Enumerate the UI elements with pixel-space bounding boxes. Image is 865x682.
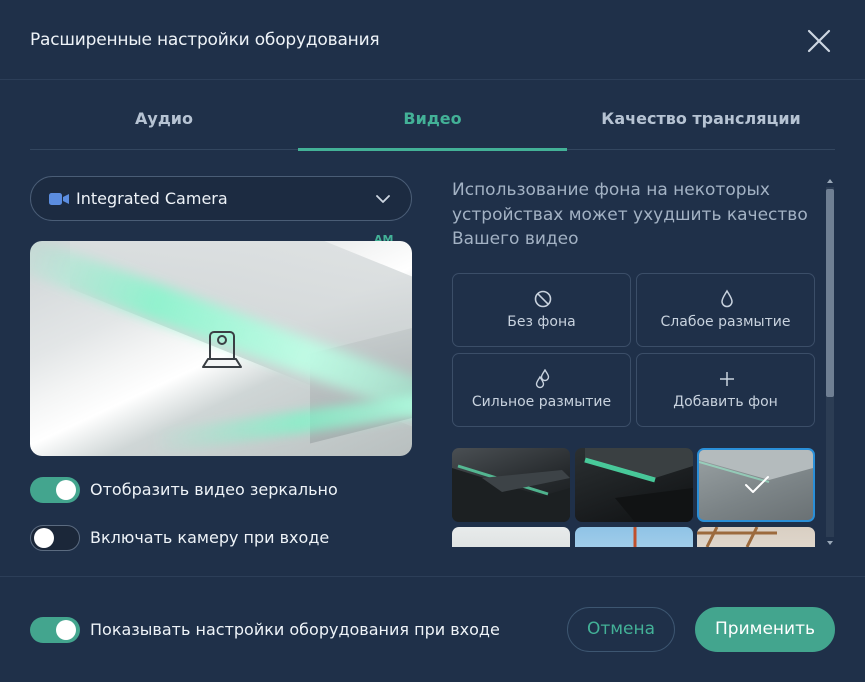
background-option-none[interactable]: Без фона	[452, 273, 631, 347]
mirror-video-label: Отобразить видео зеркально	[90, 480, 338, 499]
camera-on-join-label: Включать камеру при входе	[90, 528, 330, 547]
toggle-knob	[34, 528, 54, 548]
no-background-icon	[534, 290, 552, 308]
apply-button[interactable]: Применить	[695, 607, 835, 652]
background-thumbnail[interactable]	[697, 527, 815, 547]
background-option-label: Сильное размытие	[471, 394, 612, 410]
footer-divider	[0, 576, 865, 577]
dialog-title: Расширенные настройки оборудования	[30, 30, 380, 50]
mirror-video-toggle[interactable]	[30, 477, 80, 503]
background-thumbnail[interactable]	[575, 527, 693, 547]
background-option-label: Без фона	[507, 314, 576, 330]
plus-icon	[720, 372, 734, 386]
close-icon	[807, 29, 831, 53]
thumbnail-image	[452, 464, 570, 522]
camera-preview	[30, 241, 412, 456]
tab-stream-quality[interactable]: Качество трансляции	[567, 90, 835, 150]
background-thumbnail[interactable]	[452, 527, 570, 547]
background-panel-scrollbar[interactable]	[824, 176, 836, 548]
toggle-knob	[56, 620, 76, 640]
video-camera-icon	[49, 193, 69, 205]
background-thumbnail[interactable]	[575, 448, 693, 522]
dialog-header: Расширенные настройки оборудования	[0, 0, 865, 80]
background-thumbnails	[452, 448, 817, 547]
scroll-down-arrow-icon[interactable]	[824, 538, 836, 548]
camera-select-value: Integrated Camera	[76, 189, 228, 208]
tab-video[interactable]: Видео	[298, 90, 567, 151]
thumbnail-image	[633, 527, 637, 547]
background-thumbnail-selected[interactable]	[697, 448, 815, 522]
background-hint: Использование фона на некоторых устройст…	[452, 180, 808, 249]
background-option-light-blur[interactable]: Слабое размытие	[636, 273, 815, 347]
scroll-thumb[interactable]	[826, 189, 834, 397]
background-option-add[interactable]: Добавить фон	[636, 353, 815, 427]
tab-audio[interactable]: Аудио	[30, 90, 298, 150]
background-option-label: Добавить фон	[673, 394, 778, 410]
show-settings-on-join-toggle[interactable]	[30, 617, 80, 643]
scroll-up-arrow-icon[interactable]	[824, 176, 836, 186]
camera-select[interactable]: Integrated Camera	[30, 176, 412, 221]
strong-blur-icon	[535, 369, 550, 389]
tab-bar: Аудио Видео Качество трансляции	[30, 90, 835, 151]
background-option-label: Слабое размытие	[660, 314, 791, 330]
light-blur-icon	[721, 289, 733, 308]
chevron-down-icon	[376, 195, 390, 203]
background-thumbnail[interactable]	[452, 448, 570, 522]
thumbnail-image	[584, 448, 693, 522]
cancel-button[interactable]: Отмена	[567, 607, 675, 652]
toggle-knob	[56, 480, 76, 500]
check-icon	[745, 476, 769, 493]
preview-glow	[149, 390, 412, 454]
hardware-settings-dialog: Расширенные настройки оборудования Аудио…	[0, 0, 865, 682]
camera-placeholder-icon	[202, 331, 242, 368]
thumbnail-image	[697, 527, 777, 547]
show-settings-on-join-label: Показывать настройки оборудования при вх…	[90, 620, 500, 639]
background-option-strong-blur[interactable]: Сильное размытие	[452, 353, 631, 427]
close-button[interactable]	[806, 28, 832, 54]
camera-on-join-toggle[interactable]	[30, 525, 80, 551]
